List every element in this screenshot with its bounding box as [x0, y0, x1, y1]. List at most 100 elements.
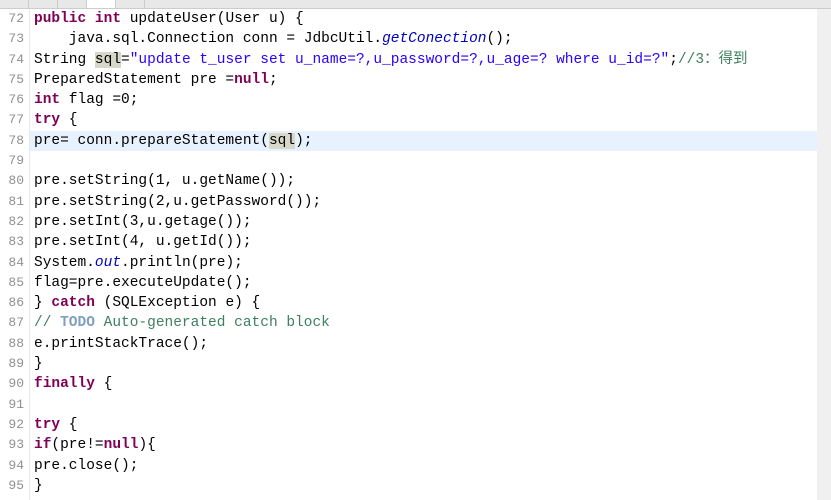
token-todo: TODO: [60, 315, 95, 331]
line-number: 74: [0, 50, 24, 70]
token-kw: try: [34, 417, 60, 433]
line-number-gutter: 7273747576777879808182838485868788899091…: [0, 9, 30, 500]
line-number: 84: [0, 253, 24, 273]
token-kw: int: [34, 92, 60, 108]
token-p: ;: [269, 72, 278, 88]
line-number: 85: [0, 273, 24, 293]
code-line[interactable]: finally {: [30, 374, 831, 394]
code-line[interactable]: }: [30, 354, 831, 374]
line-number: 78: [0, 131, 24, 151]
line-number: 80: [0, 171, 24, 191]
token-p: );: [225, 255, 242, 271]
line-number: 87: [0, 313, 24, 333]
code-line[interactable]: System.out.println(pre);: [30, 253, 831, 273]
code-line[interactable]: PreparedStatement pre =null;: [30, 70, 831, 90]
code-line[interactable]: pre.setString(1, u.getName());: [30, 171, 831, 191]
line-number: 90: [0, 374, 24, 394]
line-number: 75: [0, 70, 24, 90]
token-p: e.printStackTrace();: [34, 336, 208, 352]
token-p: pre.setInt(3,u.getage());: [34, 214, 252, 230]
token-p: String: [34, 52, 95, 68]
code-line[interactable]: String sql="update t_user set u_name=?,u…: [30, 50, 831, 70]
code-line[interactable]: [30, 395, 831, 415]
line-number: 83: [0, 232, 24, 252]
code-line[interactable]: public int updateUser(User u) {: [30, 9, 831, 29]
vertical-scrollbar[interactable]: [817, 9, 831, 500]
token-p: }: [34, 356, 43, 372]
code-line[interactable]: java.sql.Connection conn = JdbcUtil.getC…: [30, 29, 831, 49]
code-line[interactable]: e.printStackTrace();: [30, 334, 831, 354]
line-number: 95: [0, 476, 24, 496]
line-number: 73: [0, 29, 24, 49]
token-kw: int: [95, 11, 121, 27]
tab-3[interactable]: [87, 0, 116, 8]
tab-1[interactable]: [29, 0, 58, 8]
code-editor[interactable]: 7273747576777879808182838485868788899091…: [0, 9, 831, 500]
token-kw: null: [234, 72, 269, 88]
code-line[interactable]: flag=pre.executeUpdate();: [30, 273, 831, 293]
token-p: (pre!=: [51, 437, 103, 453]
token-p: );: [295, 133, 312, 149]
token-p: (SQLException e) {: [95, 295, 260, 311]
code-line[interactable]: } catch (SQLException e) {: [30, 293, 831, 313]
token-kw: null: [104, 437, 139, 453]
token-p: ;: [669, 52, 678, 68]
token-p: pre.close();: [34, 458, 138, 474]
line-number: 76: [0, 90, 24, 110]
code-line[interactable]: try {: [30, 415, 831, 435]
line-number: 94: [0, 456, 24, 476]
code-area[interactable]: public int updateUser(User u) { java.sql…: [30, 9, 831, 500]
token-p: java.sql.Connection conn = JdbcUtil.: [34, 31, 382, 47]
token-p: {: [60, 112, 77, 128]
token-p: pre.setString(1, u.getName());: [34, 173, 295, 189]
token-kw: if: [34, 437, 51, 453]
tab-0[interactable]: [0, 0, 29, 8]
token-p: }: [34, 478, 43, 494]
token-cm: //3：得到: [678, 52, 748, 68]
token-kw: catch: [51, 295, 95, 311]
line-number: 92: [0, 415, 24, 435]
code-line[interactable]: }: [30, 476, 831, 496]
code-line[interactable]: [30, 151, 831, 171]
token-p: {: [60, 417, 77, 433]
code-line[interactable]: pre.close();: [30, 456, 831, 476]
editor-tabs: [0, 0, 831, 9]
code-line[interactable]: pre.setString(2,u.getPassword());: [30, 192, 831, 212]
token-str: "update t_user set u_name=?,u_password=?…: [130, 52, 670, 68]
line-number: 82: [0, 212, 24, 232]
code-line[interactable]: pre= conn.prepareStatement(sql);: [30, 131, 831, 151]
line-number: 88: [0, 334, 24, 354]
code-line[interactable]: if(pre!=null){: [30, 435, 831, 455]
token-p: =: [121, 52, 130, 68]
token-p: flag =0;: [60, 92, 138, 108]
token-p: pre.setInt(4, u.getId());: [34, 234, 252, 250]
line-number: 86: [0, 293, 24, 313]
token-fld: getConection: [382, 31, 486, 47]
tab-4[interactable]: [116, 0, 145, 8]
token-p: pre= conn.prepareStatement(: [34, 133, 269, 149]
token-p: }: [34, 295, 51, 311]
line-number: 89: [0, 354, 24, 374]
code-line[interactable]: pre.setInt(4, u.getId());: [30, 232, 831, 252]
token-p: ){: [138, 437, 155, 453]
token-p: System.: [34, 255, 95, 271]
token-var: pre: [199, 255, 225, 271]
token-kw: finally: [34, 376, 95, 392]
line-number: 91: [0, 395, 24, 415]
code-line[interactable]: try {: [30, 110, 831, 130]
token-p: pre.setString(2,u.getPassword());: [34, 194, 321, 210]
tab-2[interactable]: [58, 0, 87, 8]
token-cm: //: [34, 315, 60, 331]
token-p: ();: [486, 31, 512, 47]
token-p: .println(: [121, 255, 199, 271]
code-line[interactable]: // TODO Auto-generated catch block: [30, 313, 831, 333]
line-number: 93: [0, 435, 24, 455]
token-kw: try: [34, 112, 60, 128]
line-number: 77: [0, 110, 24, 130]
code-line[interactable]: pre.setInt(3,u.getage());: [30, 212, 831, 232]
token-cm: Auto-generated catch block: [95, 315, 330, 331]
line-number: 81: [0, 192, 24, 212]
code-line[interactable]: int flag =0;: [30, 90, 831, 110]
token-hl: sql: [95, 52, 121, 68]
token-p: {: [95, 376, 112, 392]
